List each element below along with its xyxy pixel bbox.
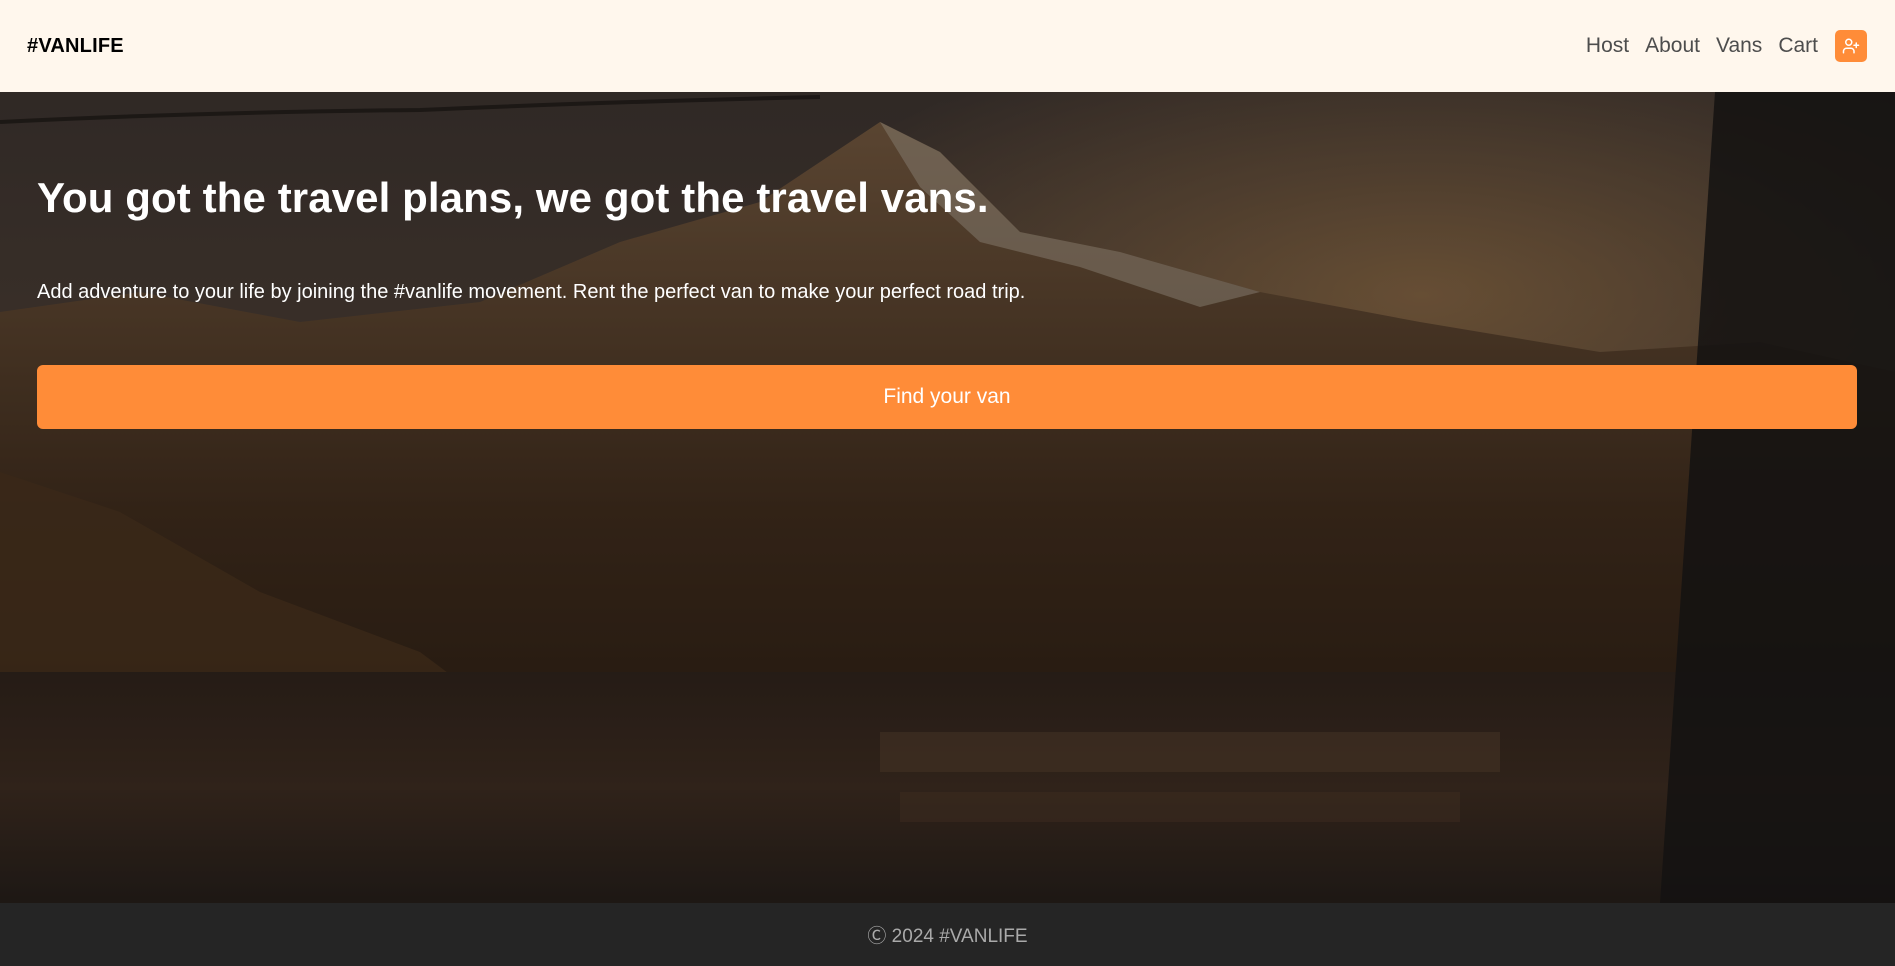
main-nav: Host About Vans Cart xyxy=(1586,30,1867,62)
site-header: #VANLIFE Host About Vans Cart xyxy=(0,0,1895,92)
site-logo[interactable]: #VANLIFE xyxy=(27,35,124,58)
user-plus-icon xyxy=(1842,38,1860,54)
hero-subtitle: Add adventure to your life by joining th… xyxy=(37,281,1026,303)
nav-link-vans[interactable]: Vans xyxy=(1716,34,1762,58)
hero-section: You got the travel plans, we got the tra… xyxy=(0,92,1895,903)
footer-copyright: Ⓒ 2024 #VANLIFE xyxy=(867,926,1028,947)
nav-link-cart[interactable]: Cart xyxy=(1778,34,1818,58)
nav-link-host[interactable]: Host xyxy=(1586,34,1629,58)
find-your-van-button[interactable]: Find your van xyxy=(37,365,1857,429)
nav-link-about[interactable]: About xyxy=(1645,34,1700,58)
site-footer: Ⓒ 2024 #VANLIFE xyxy=(0,903,1895,966)
hero-title: You got the travel plans, we got the tra… xyxy=(37,174,989,221)
login-button[interactable] xyxy=(1835,30,1867,62)
